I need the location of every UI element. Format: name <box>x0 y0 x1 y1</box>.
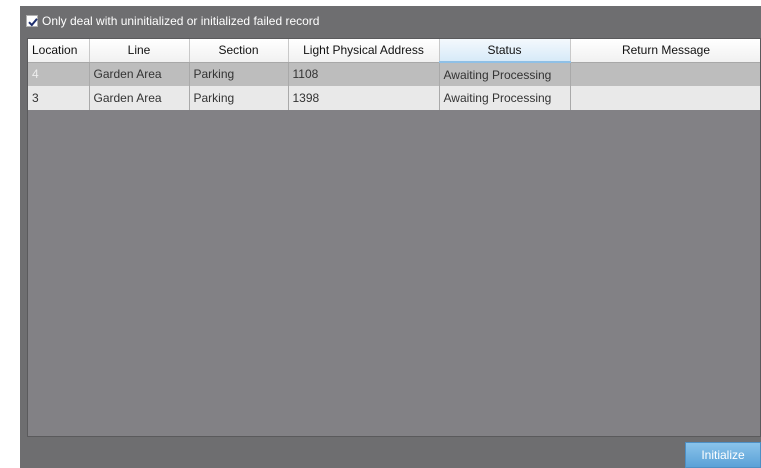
filter-option[interactable]: Only deal with uninitialized or initiali… <box>26 13 319 29</box>
header-row: Location Line Section Light Physical Add… <box>28 39 760 63</box>
checkmark-icon <box>28 18 38 27</box>
cell-section: Parking <box>189 86 289 110</box>
cell-status: Awaiting Processing <box>439 62 571 86</box>
column-header-section[interactable]: Section <box>189 39 289 63</box>
records-grid[interactable]: Location Line Section Light Physical Add… <box>27 38 761 437</box>
cell-return-message <box>570 62 760 86</box>
cell-light-physical-address: 1108 <box>288 62 440 86</box>
column-header-location[interactable]: Location <box>28 39 90 63</box>
cell-status: Awaiting Processing <box>439 86 571 110</box>
table-row[interactable]: 3 Garden Area Parking 1398 Awaiting Proc… <box>28 86 760 110</box>
cell-light-physical-address: 1398 <box>288 86 440 110</box>
column-header-light-physical-address[interactable]: Light Physical Address <box>288 39 440 63</box>
initialize-button[interactable]: Initialize <box>685 442 761 468</box>
column-header-return-message[interactable]: Return Message <box>570 39 760 63</box>
cell-return-message <box>570 86 760 110</box>
column-header-line[interactable]: Line <box>89 39 190 63</box>
column-header-status[interactable]: Status <box>439 39 571 63</box>
records-table: Location Line Section Light Physical Add… <box>28 39 760 110</box>
initialization-panel: Only deal with uninitialized or initiali… <box>20 6 761 468</box>
cell-location: 3 <box>28 86 90 110</box>
filter-label: Only deal with uninitialized or initiali… <box>42 14 320 28</box>
cell-location: 4 <box>28 62 90 86</box>
table-row[interactable]: 4 Garden Area Parking 1108 Awaiting Proc… <box>28 62 760 86</box>
cell-line: Garden Area <box>89 62 190 86</box>
cell-line: Garden Area <box>89 86 190 110</box>
filter-checkbox[interactable] <box>26 15 38 27</box>
cell-section: Parking <box>189 62 289 86</box>
